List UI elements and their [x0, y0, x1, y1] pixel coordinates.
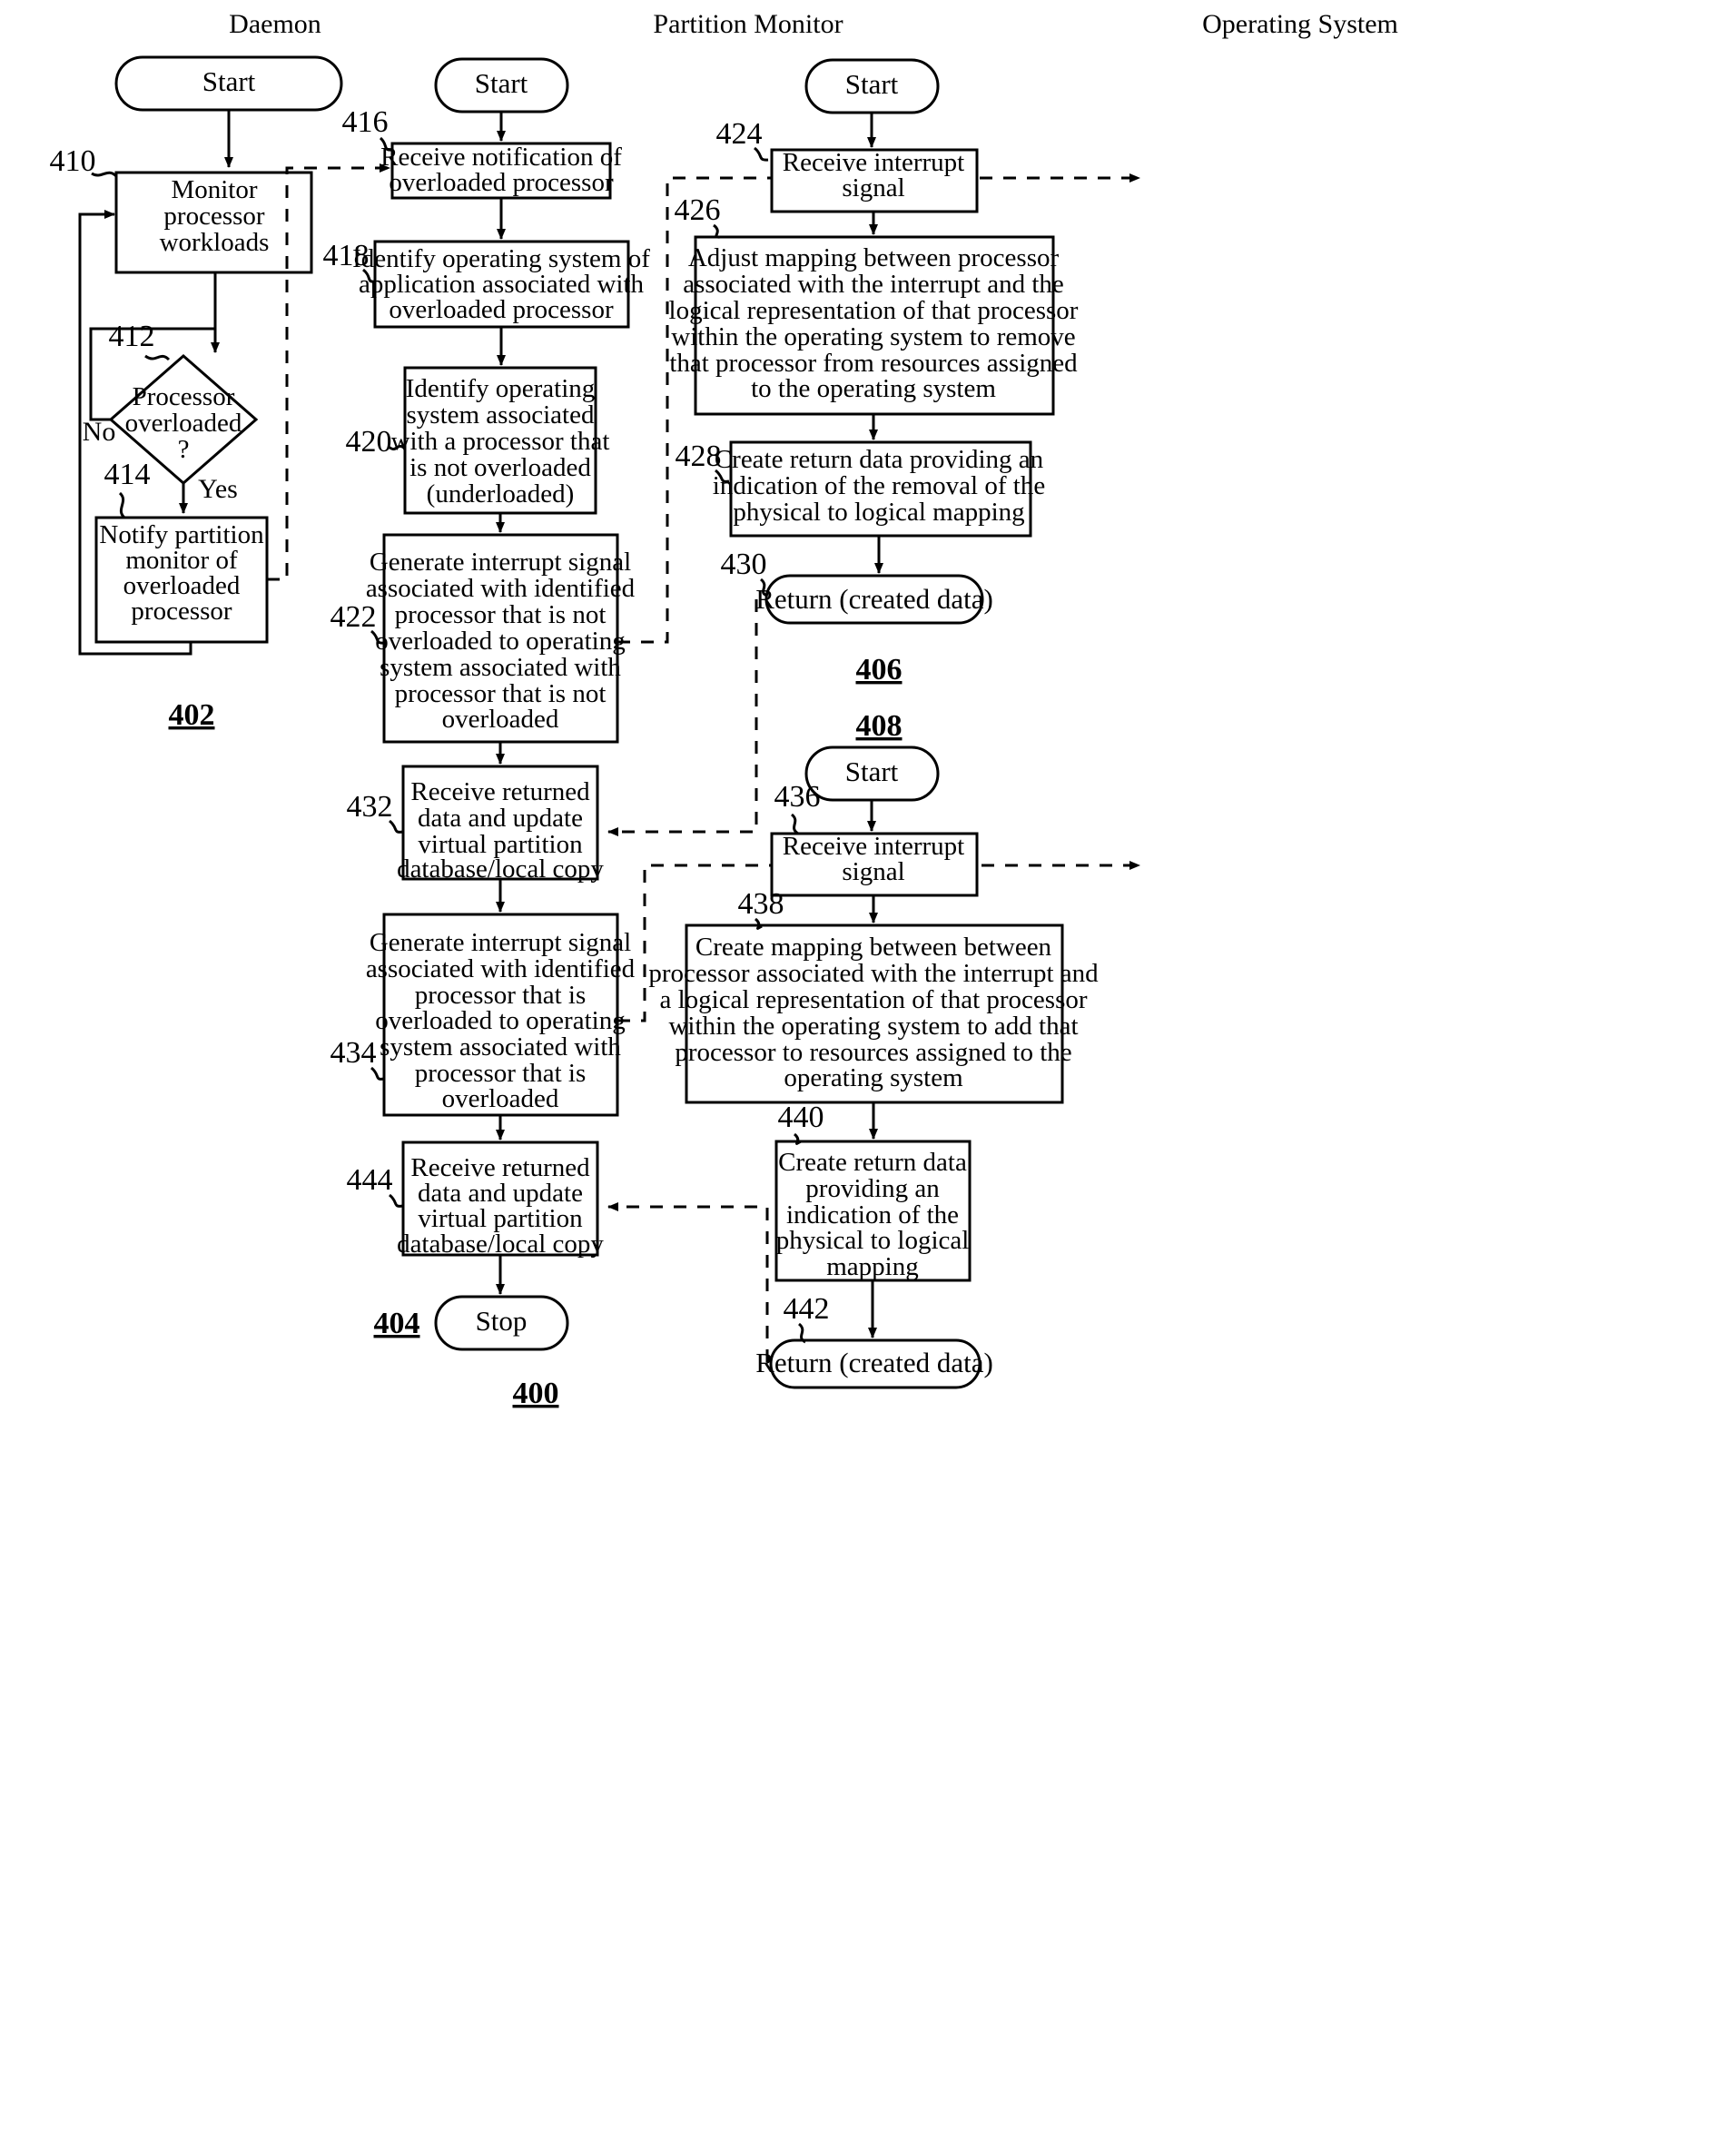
patent-flowchart-page: Daemon Partition Monitor Operating Syste…	[0, 0, 1736, 2143]
ref-420: 420	[346, 425, 392, 459]
group-label-406: 406	[856, 653, 903, 686]
daemon-branch-label-no: No	[83, 417, 116, 447]
pm-box-434-line-3: overloaded to operating	[375, 1006, 625, 1035]
pm-box-420-line-1: system associated	[407, 400, 595, 430]
ref-444: 444	[347, 1163, 393, 1197]
os-box-426-line-5: to the operating system	[751, 374, 996, 403]
pm-box-432-line-0: Receive returned	[410, 777, 590, 806]
os-box-436-line-1: signal	[842, 857, 904, 886]
flowchart-svg: Daemon Partition Monitor Operating Syste…	[50, 9, 1398, 1410]
pm-box-418-line-2: overloaded processor	[389, 295, 614, 324]
ref-426: 426	[675, 193, 721, 227]
daemon-box-414-line-3: processor	[131, 597, 232, 626]
os-return-430-label: Return (created data)	[755, 583, 993, 615]
ref-424: 424	[716, 117, 763, 151]
group-label-404: 404	[374, 1307, 420, 1340]
os-box-426-line-0: Adjust mapping between processor	[688, 243, 1060, 272]
dashed-442-to-444	[607, 1202, 769, 1362]
os-box-426-line-1: associated with the interrupt and the	[683, 270, 1064, 299]
os-box-438-line-0: Create mapping between between	[695, 933, 1052, 962]
pm-box-422-line-3: overloaded to operating	[375, 627, 625, 656]
daemon-box-410-line-0: Monitor	[171, 175, 257, 204]
dashed-430-to-432	[607, 599, 758, 836]
os-box-438-line-1: processor associated with the interrupt …	[648, 959, 1099, 988]
group-label-408: 408	[856, 709, 903, 743]
ref-442: 442	[784, 1292, 830, 1326]
os-box-428-line-0: Create return data providing an	[715, 445, 1044, 474]
os-box-438-line-2: a logical representation of that process…	[659, 985, 1087, 1014]
os-start-b-label: Start	[845, 755, 899, 787]
os-box-440-line-0: Create return data	[778, 1148, 967, 1177]
ref-410: 410	[50, 144, 96, 178]
ref-438: 438	[738, 887, 784, 921]
pm-box-434-line-1: associated with identified	[366, 954, 636, 983]
pm-box-432-line-1: data and update	[418, 804, 583, 833]
os-box-440-line-4: mapping	[826, 1252, 919, 1281]
pm-box-444-line-3: database/local copy	[397, 1230, 604, 1259]
ref-422: 422	[330, 600, 377, 634]
pm-stop-label: Stop	[476, 1305, 528, 1337]
pm-box-434-line-4: system associated with	[380, 1032, 621, 1062]
daemon-box-410-line-2: workloads	[160, 228, 270, 257]
pm-box-420-line-4: (underloaded)	[427, 479, 575, 509]
daemon-start-label: Start	[202, 65, 256, 97]
daemon-decision-412-line-0: Processor	[133, 382, 235, 411]
pm-box-422-line-0: Generate interrupt signal	[370, 548, 631, 577]
pm-box-420-line-3: is not overloaded	[409, 453, 591, 482]
pm-box-434-line-0: Generate interrupt signal	[370, 928, 631, 957]
os-box-426-line-3: within the operating system to remove	[671, 322, 1075, 351]
column-title-daemon: Daemon	[229, 9, 321, 39]
ref-434: 434	[330, 1036, 377, 1070]
daemon-decision-412-line-1: overloaded	[125, 409, 242, 438]
ref-440: 440	[778, 1101, 824, 1134]
pm-box-434-line-6: overloaded	[442, 1084, 559, 1113]
daemon-branch-label-yes: Yes	[198, 474, 238, 504]
daemon-box-410-line-1: processor	[163, 202, 264, 231]
os-box-438-line-5: operating system	[784, 1063, 963, 1092]
pm-box-422-line-2: processor that is not	[395, 600, 607, 629]
column-title-partition-monitor: Partition Monitor	[653, 9, 843, 39]
ref-430: 430	[721, 548, 767, 581]
os-start-a-label: Start	[845, 68, 899, 100]
pm-box-420-line-2: with a processor that	[391, 427, 610, 456]
ref-414: 414	[104, 458, 151, 491]
os-return-442-label: Return (created data)	[755, 1347, 993, 1378]
pm-box-420-line-0: Identify operating	[406, 374, 596, 403]
pm-box-416-line-1: overloaded processor	[389, 168, 614, 197]
ref-412: 412	[109, 320, 155, 353]
os-box-428-line-2: physical to logical mapping	[733, 498, 1024, 527]
column-title-operating-system: Operating System	[1202, 9, 1398, 39]
group-label-400: 400	[513, 1377, 559, 1410]
ref-436: 436	[774, 780, 821, 814]
group-label-402: 402	[169, 698, 215, 732]
pm-start-label: Start	[475, 67, 528, 99]
ref-416: 416	[342, 105, 389, 139]
os-box-440-line-3: physical to logical	[776, 1226, 970, 1255]
os-box-440-line-1: providing an	[805, 1174, 940, 1203]
pm-box-422-line-4: system associated with	[380, 653, 621, 682]
os-box-424-line-1: signal	[842, 173, 904, 202]
daemon-decision-412-line-2: ?	[178, 435, 190, 464]
os-box-426-line-2: logical representation of that processor	[669, 296, 1079, 325]
os-box-438-line-3: within the operating system to add that	[668, 1012, 1078, 1041]
pm-box-422-line-6: overloaded	[442, 705, 559, 734]
ref-432: 432	[347, 790, 393, 824]
os-box-428-line-1: indication of the removal of the	[713, 471, 1045, 500]
pm-box-422-line-1: associated with identified	[366, 574, 636, 603]
